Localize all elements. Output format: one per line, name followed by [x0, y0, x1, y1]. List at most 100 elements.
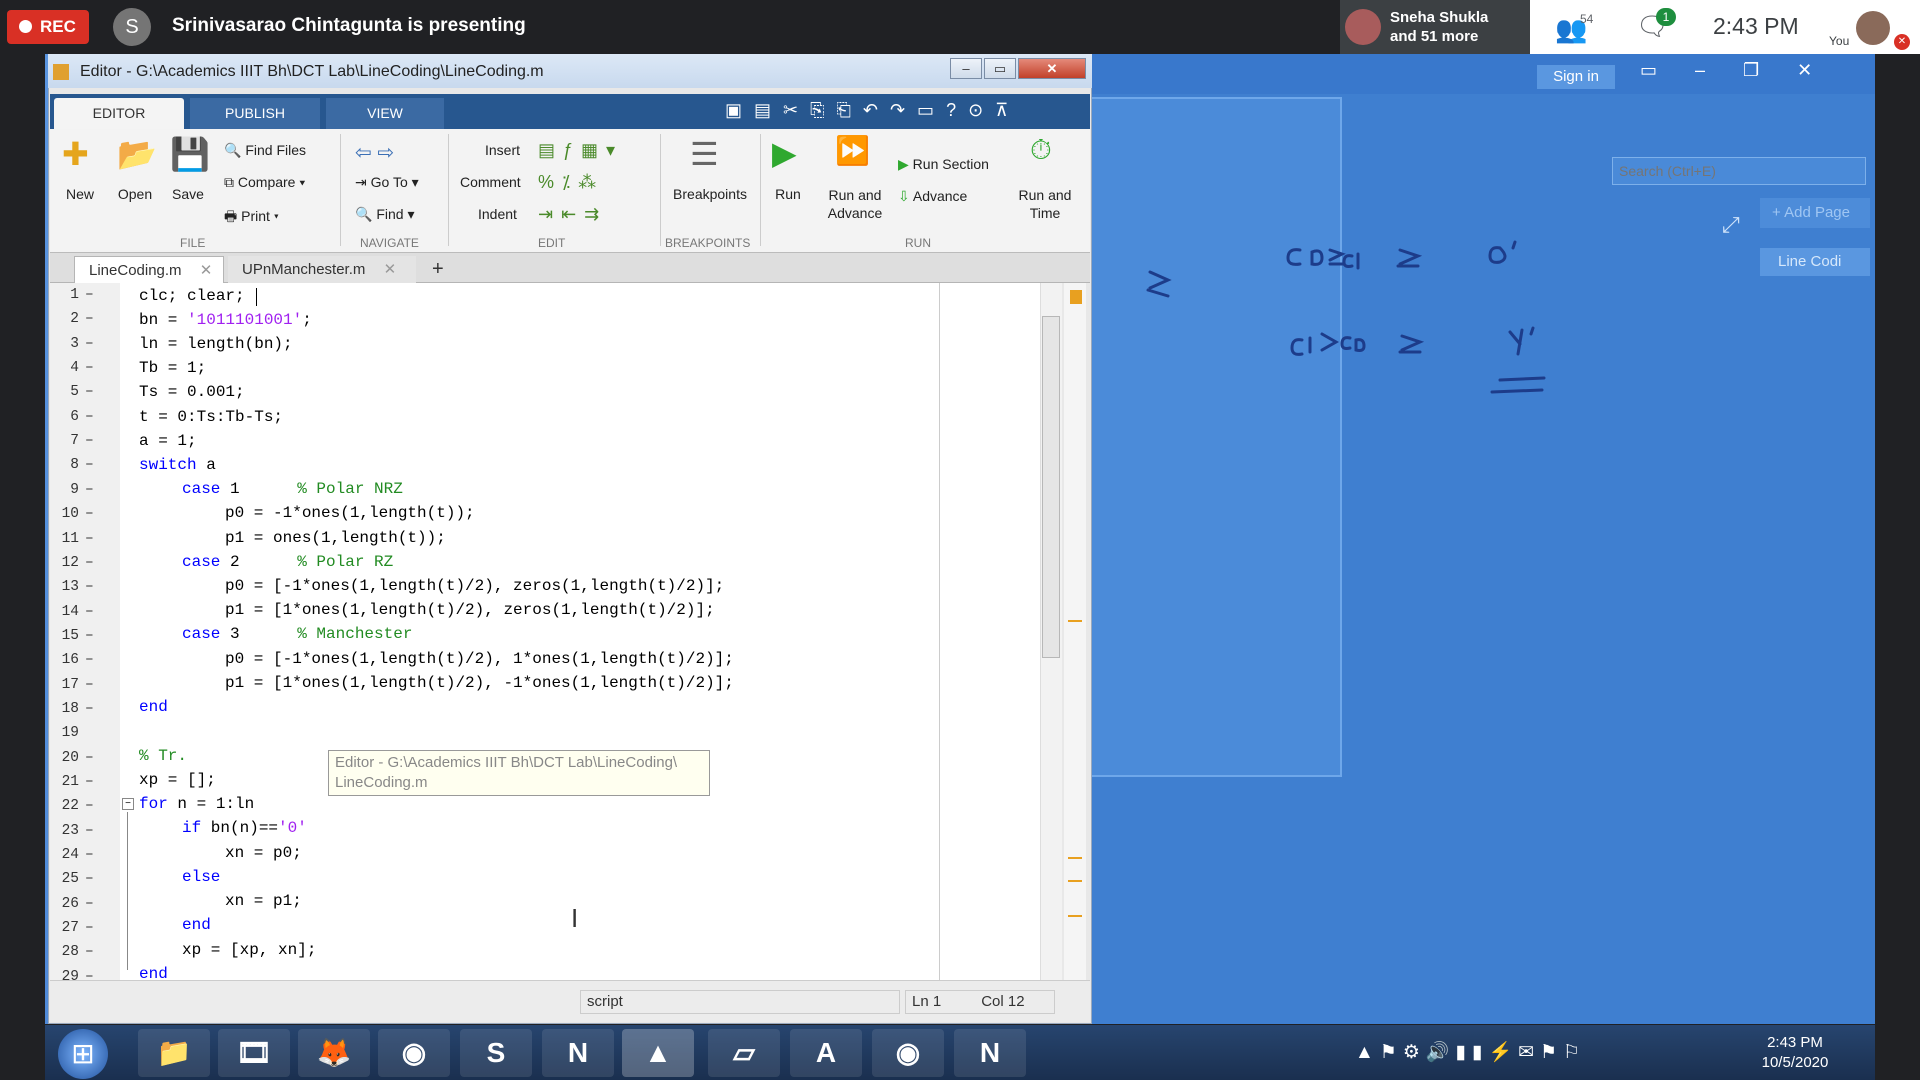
advance-button[interactable]: ⇩ Advance [898, 188, 967, 205]
onenote-search-input[interactable] [1612, 157, 1866, 185]
breakpoint-marker[interactable]: – [85, 604, 94, 620]
breakpoint-marker[interactable]: – [85, 823, 94, 839]
breakpoint-marker[interactable]: – [85, 531, 94, 547]
taskbar-clock[interactable]: 2:43 PM 10/5/2020 [1750, 1033, 1840, 1073]
goto-label: Go To [370, 174, 408, 190]
run-and-advance-button[interactable]: Run and Advance [820, 186, 890, 222]
expand-icon[interactable]: ⤢ [1722, 212, 1740, 238]
breakpoint-marker[interactable]: – [85, 311, 94, 327]
breakpoint-marker[interactable]: – [85, 871, 94, 887]
sticky-notes-taskbar-icon[interactable]: ▱ [708, 1029, 780, 1077]
onenote-taskbar-icon[interactable]: N [542, 1029, 614, 1077]
indent-button[interactable]: Indent [478, 206, 517, 222]
insert-button[interactable]: Insert [485, 142, 520, 158]
close-button[interactable]: ✕ [1018, 58, 1086, 79]
chrome-2-taskbar-icon[interactable]: ◉ [872, 1029, 944, 1077]
indent-tool-icons[interactable]: ⇥⇤⇉ [538, 204, 607, 225]
acrobat-taskbar-icon[interactable]: A [790, 1029, 862, 1077]
back-forward-icon[interactable]: ⇦ ⇨ [355, 140, 394, 165]
breakpoint-marker[interactable]: – [85, 750, 94, 766]
breakpoint-marker[interactable]: – [85, 896, 94, 912]
open-button[interactable]: Open [114, 186, 156, 202]
print-button[interactable]: 🖶 Print ▾ [224, 206, 279, 230]
breakpoint-marker[interactable]: – [85, 433, 94, 449]
maximize-button[interactable]: ▭ [984, 58, 1016, 79]
code-token: a [196, 456, 216, 474]
find-label: Find [376, 206, 404, 222]
edit-tool-icons[interactable]: ▤ƒ▦▾ [538, 140, 623, 161]
breakpoint-marker[interactable]: – [85, 384, 94, 400]
firefox-taskbar-icon[interactable]: 🦊 [298, 1029, 370, 1077]
media-taskbar-icon[interactable]: 🎞 [218, 1029, 290, 1077]
quick-access-toolbar[interactable]: ▣▤✂⎘⎗↶↷▭?⊙⊼ [725, 100, 1020, 121]
close-tab-icon[interactable]: ✕ [200, 262, 213, 279]
breakpoint-marker[interactable]: – [85, 360, 94, 376]
chrome-taskbar-icon[interactable]: ◉ [378, 1029, 450, 1077]
tab-view[interactable]: VIEW [326, 98, 444, 129]
doc-tab-linecoding[interactable]: LineCoding.m ✕ [74, 256, 224, 283]
doc-tab-upnmanchester[interactable]: UPnManchester.m ✕ [228, 256, 416, 283]
run-group-label: RUN [905, 236, 931, 250]
code-line-4: Tb = 1; [139, 359, 207, 377]
breakpoint-marker[interactable]: – [85, 774, 94, 790]
breakpoint-marker[interactable]: – [85, 482, 94, 498]
scrollbar-thumb[interactable] [1042, 316, 1060, 658]
find-files-button[interactable]: 🔍 Find Files [224, 142, 306, 159]
breakpoint-marker[interactable]: – [85, 944, 94, 960]
new-button[interactable]: New [60, 186, 100, 202]
code-line-17: p1 = [1*ones(1,length(t)/2), -1*ones(1,l… [225, 674, 734, 692]
breakpoint-marker[interactable]: – [85, 652, 94, 668]
line-number: 21 [61, 774, 79, 790]
goto-button[interactable]: ⇥ Go To ▾ [355, 174, 419, 191]
participant-info[interactable]: Sneha Shukla and 51 more [1390, 8, 1488, 46]
new-tab-button[interactable]: + [422, 256, 456, 283]
tab-publish[interactable]: PUBLISH [190, 98, 320, 129]
explorer-taskbar-icon[interactable]: 📁 [138, 1029, 210, 1077]
breakpoint-marker[interactable]: – [85, 336, 94, 352]
add-page-button[interactable]: + Add Page [1760, 198, 1870, 228]
editor-title: Editor - G:\Academics IIIT Bh\DCT Lab\Li… [80, 63, 544, 80]
breakpoint-marker[interactable]: – [85, 579, 94, 595]
minimize-button[interactable]: – [950, 58, 982, 79]
onenote-2-taskbar-icon[interactable]: N [954, 1029, 1026, 1077]
comment-tool-icons[interactable]: %⁒⁂ [538, 172, 604, 193]
system-tray[interactable]: ▲⚑⚙🔊▮▮⚡✉⚑⚐ [1355, 1040, 1725, 1066]
start-button[interactable]: ⊞ [58, 1029, 108, 1079]
run-section-button[interactable]: ▶ Run Section [898, 156, 989, 173]
breakpoint-marker[interactable]: – [85, 555, 94, 571]
breakpoint-marker[interactable]: – [85, 457, 94, 473]
run-and-time-button[interactable]: Run and Time [1012, 186, 1078, 222]
analyzer-status-icon[interactable] [1070, 290, 1082, 304]
warning-marker[interactable] [1068, 880, 1082, 882]
comment-button[interactable]: Comment [460, 174, 521, 190]
code-token: 3 [220, 625, 298, 643]
matlab-taskbar-icon[interactable]: ▲ [622, 1029, 694, 1077]
breakpoint-marker[interactable]: – [85, 847, 94, 863]
breakpoint-marker[interactable]: – [85, 798, 94, 814]
code-keyword: case [182, 625, 221, 643]
page-tab[interactable]: Line Codi [1760, 248, 1870, 276]
run-button[interactable]: Run [768, 186, 808, 202]
breakpoints-button[interactable]: Breakpoints [665, 186, 755, 202]
save-button[interactable]: Save [168, 186, 208, 202]
code-line-11: p1 = ones(1,length(t)); [225, 529, 446, 547]
find-button[interactable]: 🔍 Find ▾ [355, 206, 414, 223]
breakpoint-marker[interactable]: – [85, 287, 94, 303]
breakpoint-marker[interactable]: – [85, 409, 94, 425]
self-avatar[interactable] [1856, 11, 1890, 45]
breakpoint-marker[interactable]: – [85, 701, 94, 717]
warning-marker[interactable] [1068, 915, 1082, 917]
onenote-window-controls[interactable]: ▭–❐✕ [1640, 60, 1850, 81]
sign-in-button[interactable]: Sign in [1537, 65, 1615, 89]
warning-marker[interactable] [1068, 620, 1082, 622]
breakpoint-marker[interactable]: – [85, 628, 94, 644]
close-tab-icon[interactable]: ✕ [384, 261, 397, 278]
fold-toggle-icon[interactable]: − [122, 798, 134, 810]
warning-marker[interactable] [1068, 857, 1082, 859]
skype-taskbar-icon[interactable]: S [460, 1029, 532, 1077]
breakpoint-marker[interactable]: – [85, 920, 94, 936]
breakpoint-marker[interactable]: – [85, 677, 94, 693]
breakpoint-marker[interactable]: – [85, 506, 94, 522]
tab-editor[interactable]: EDITOR [54, 98, 184, 129]
compare-button[interactable]: ⧉ Compare ▾ [224, 174, 305, 191]
